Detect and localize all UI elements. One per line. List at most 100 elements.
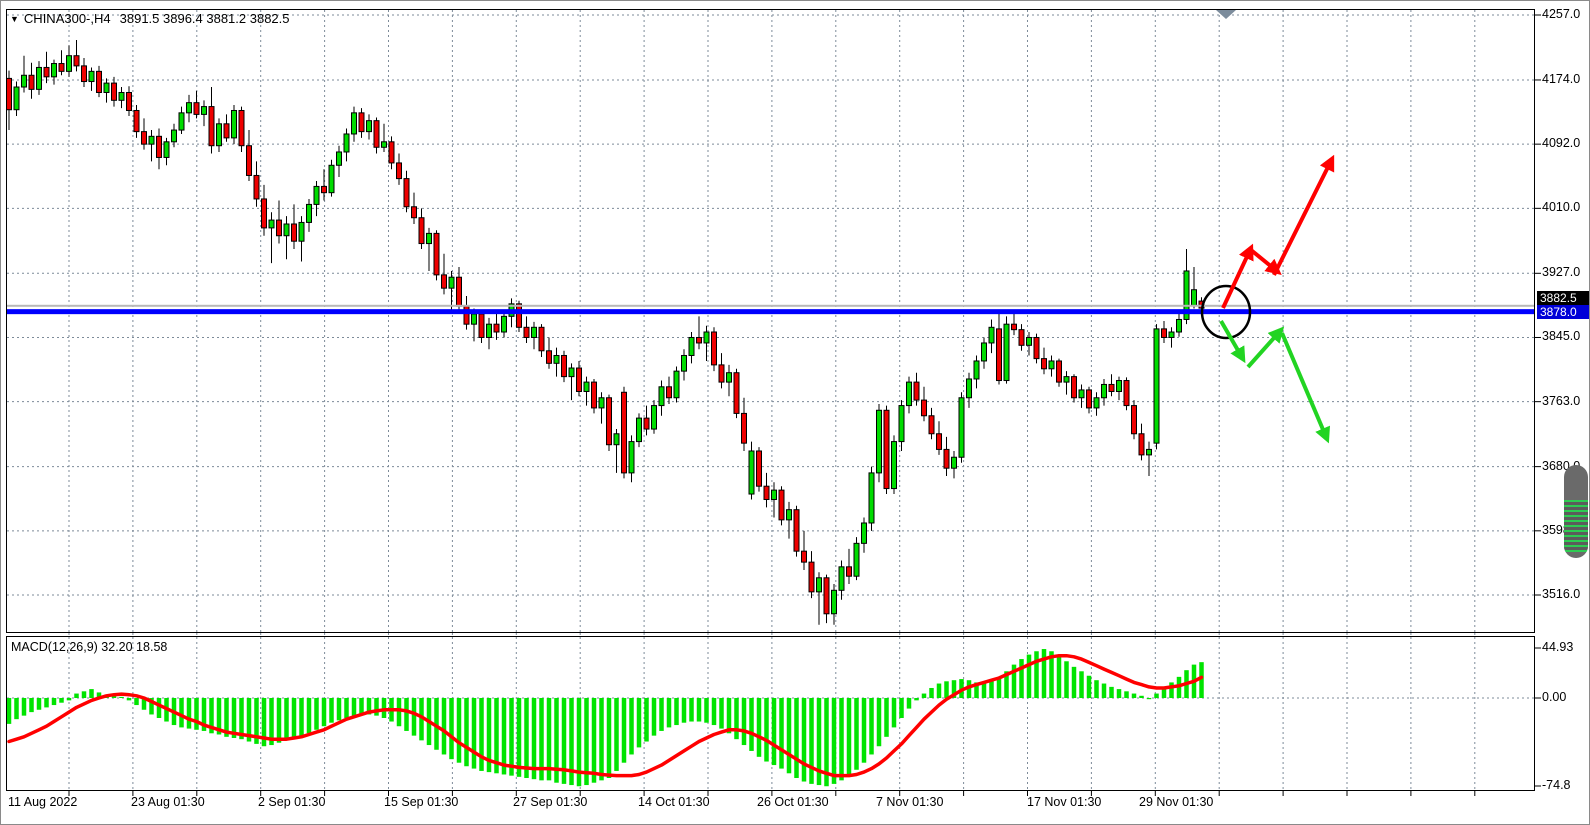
current-price-tag: 3882.5 bbox=[1537, 291, 1590, 305]
bear-candle bbox=[1139, 434, 1144, 455]
macd-histogram-bar bbox=[1169, 682, 1174, 698]
horizontal-support-line[interactable] bbox=[7, 309, 1534, 314]
bullish-scenario-arrow[interactable] bbox=[1251, 250, 1278, 272]
bear-candle bbox=[262, 199, 267, 228]
time-axis-label: 17 Nov 01:30 bbox=[1027, 795, 1101, 809]
bull-candle bbox=[854, 543, 859, 576]
bull-candle bbox=[727, 373, 732, 382]
bull-candle bbox=[314, 186, 319, 204]
macd-histogram-bar bbox=[772, 698, 777, 765]
macd-histogram-bar bbox=[794, 698, 799, 778]
bull-candle bbox=[67, 56, 72, 72]
chart-window: ▼CHINA300-,H43891.5 3896.4 3881.2 3882.5… bbox=[0, 0, 1590, 825]
macd-histogram-bar bbox=[1132, 694, 1137, 698]
bear-candle bbox=[1019, 330, 1024, 346]
bear-candle bbox=[712, 332, 717, 365]
macd-histogram-bar bbox=[134, 698, 139, 705]
bear-candle bbox=[914, 382, 919, 400]
bull-candle bbox=[472, 314, 477, 324]
bull-candle bbox=[637, 418, 642, 441]
bull-candle bbox=[817, 578, 822, 592]
bear-candle bbox=[1057, 361, 1062, 382]
macd-histogram-bar bbox=[314, 698, 319, 730]
bear-candle bbox=[434, 233, 439, 274]
bear-candle bbox=[1124, 381, 1129, 406]
bearish-scenario-arrow[interactable] bbox=[1221, 321, 1243, 359]
bull-candle bbox=[149, 136, 154, 144]
bear-candle bbox=[937, 434, 942, 450]
bearish-scenario-arrow[interactable] bbox=[1248, 330, 1281, 367]
macd-histogram-bar bbox=[869, 698, 874, 754]
bear-candle bbox=[374, 121, 379, 148]
macd-histogram-bar bbox=[127, 698, 132, 700]
macd-histogram-bar bbox=[187, 698, 192, 729]
bull-candle bbox=[1192, 290, 1197, 306]
bull-candle bbox=[1079, 390, 1084, 398]
price-tick-label: 4092.0 bbox=[1542, 136, 1580, 150]
bear-candle bbox=[112, 83, 117, 100]
bull-candle bbox=[967, 379, 972, 398]
macd-histogram-bar bbox=[412, 698, 417, 736]
bull-candle bbox=[487, 324, 492, 337]
macd-histogram-bar bbox=[52, 698, 57, 705]
macd-histogram-bar bbox=[982, 684, 987, 698]
bear-candle bbox=[794, 510, 799, 551]
bear-candle bbox=[697, 337, 702, 342]
ask-price-line bbox=[7, 305, 1534, 307]
macd-histogram-bar bbox=[1139, 696, 1144, 698]
bull-candle bbox=[659, 387, 664, 406]
macd-histogram-bar bbox=[704, 698, 709, 723]
macd-histogram-bar bbox=[629, 698, 634, 754]
price-tick-label: 3845.0 bbox=[1542, 329, 1580, 343]
symbol-dropdown-icon[interactable]: ▼ bbox=[10, 14, 19, 24]
macd-histogram-bar bbox=[689, 698, 694, 722]
bull-candle bbox=[674, 371, 679, 398]
macd-histogram-bar bbox=[877, 698, 882, 746]
symbol-period-label: CHINA300-,H4 bbox=[24, 11, 111, 26]
macd-histogram-bar bbox=[997, 678, 1002, 698]
bear-candle bbox=[277, 220, 282, 236]
bear-candle bbox=[802, 551, 807, 562]
macd-histogram-bar bbox=[74, 694, 79, 698]
bull-candle bbox=[959, 398, 964, 457]
macd-indicator-label: MACD(12,26,9) 32.20 18.58 bbox=[11, 640, 167, 654]
bull-candle bbox=[1102, 384, 1107, 397]
bull-candle bbox=[307, 204, 312, 222]
bear-candle bbox=[1072, 377, 1077, 398]
bull-candle bbox=[1154, 329, 1159, 443]
bear-candle bbox=[127, 92, 132, 110]
bull-candle bbox=[172, 130, 177, 142]
bearish-scenario-arrow[interactable] bbox=[1282, 333, 1327, 439]
time-axis-label: 23 Aug 01:30 bbox=[131, 795, 205, 809]
macd-histogram-bar bbox=[599, 698, 604, 780]
bull-candle bbox=[787, 510, 792, 520]
macd-histogram-bar bbox=[734, 698, 739, 739]
bear-candle bbox=[44, 67, 49, 76]
macd-histogram-bar bbox=[929, 688, 934, 698]
hline-price-tag: 3878.0 bbox=[1537, 305, 1590, 319]
bull-candle bbox=[554, 355, 559, 363]
macd-histogram-bar bbox=[457, 698, 462, 763]
macd-histogram-bar bbox=[914, 698, 919, 700]
bear-candle bbox=[847, 567, 852, 576]
macd-histogram-bar bbox=[1147, 698, 1152, 699]
macd-histogram-bar bbox=[884, 698, 889, 737]
macd-histogram-bar bbox=[727, 698, 732, 733]
bull-candle bbox=[104, 83, 109, 92]
bear-candle bbox=[247, 146, 252, 176]
macd-histogram-bar bbox=[292, 698, 297, 738]
bear-candle bbox=[944, 449, 949, 468]
macd-histogram-bar bbox=[764, 698, 769, 762]
bear-candle bbox=[1042, 359, 1047, 369]
macd-histogram-bar bbox=[719, 698, 724, 729]
bull-candle bbox=[1049, 361, 1054, 369]
bull-candle bbox=[599, 398, 604, 408]
scrollbar-thumb[interactable] bbox=[1564, 465, 1588, 558]
chart-canvas[interactable] bbox=[1, 1, 1590, 825]
chart-title: ▼CHINA300-,H43891.5 3896.4 3881.2 3882.5 bbox=[10, 11, 290, 26]
bear-candle bbox=[194, 103, 199, 115]
bear-candle bbox=[254, 175, 259, 198]
bull-candle bbox=[22, 75, 27, 87]
macd-histogram-bar bbox=[1019, 659, 1024, 698]
macd-histogram-bar bbox=[854, 698, 859, 770]
